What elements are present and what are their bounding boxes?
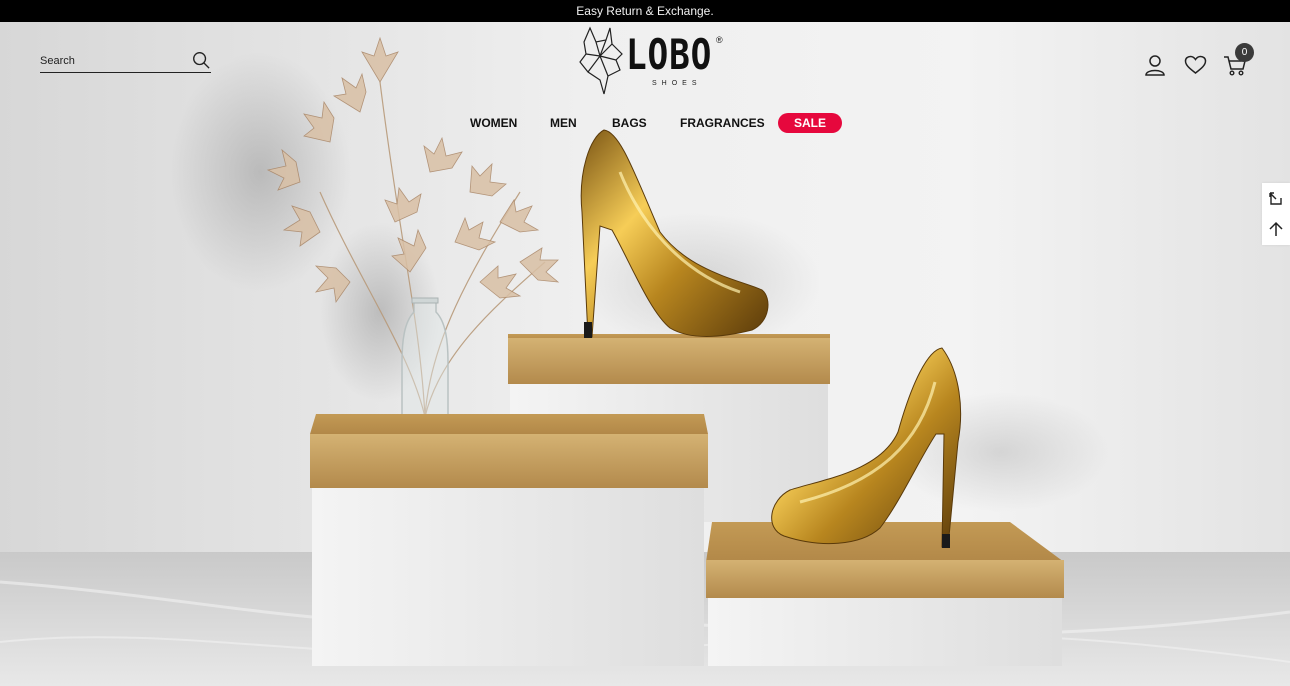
wolf-logo-icon (579, 26, 623, 95)
brand-logo[interactable]: LOBO ® SHOES (576, 26, 728, 96)
expand-icon[interactable] (1268, 191, 1284, 207)
logo-wordmark: LOBO (626, 30, 713, 79)
nav-item-sale[interactable]: SALE (778, 113, 842, 133)
nav-item-bags[interactable]: BAGS (612, 113, 647, 133)
logo-registered-mark: ® (716, 35, 723, 45)
arrow-up-icon[interactable] (1268, 221, 1284, 237)
search-input[interactable] (40, 51, 190, 71)
heart-icon[interactable] (1184, 55, 1207, 75)
cart-count-badge: 0 (1235, 43, 1254, 62)
nav-item-women[interactable]: WOMEN (470, 113, 517, 133)
search-bar[interactable] (40, 50, 211, 73)
announcement-text: Easy Return & Exchange. (576, 4, 714, 18)
nav-item-men[interactable]: MEN (550, 113, 577, 133)
nav-item-fragrances[interactable]: FRAGRANCES (680, 113, 765, 133)
search-icon[interactable] (192, 51, 211, 70)
side-toolbar (1262, 183, 1290, 245)
logo-subtitle: SHOES (652, 80, 702, 87)
announcement-bar: Easy Return & Exchange. (0, 0, 1290, 22)
user-icon[interactable] (1144, 54, 1166, 76)
